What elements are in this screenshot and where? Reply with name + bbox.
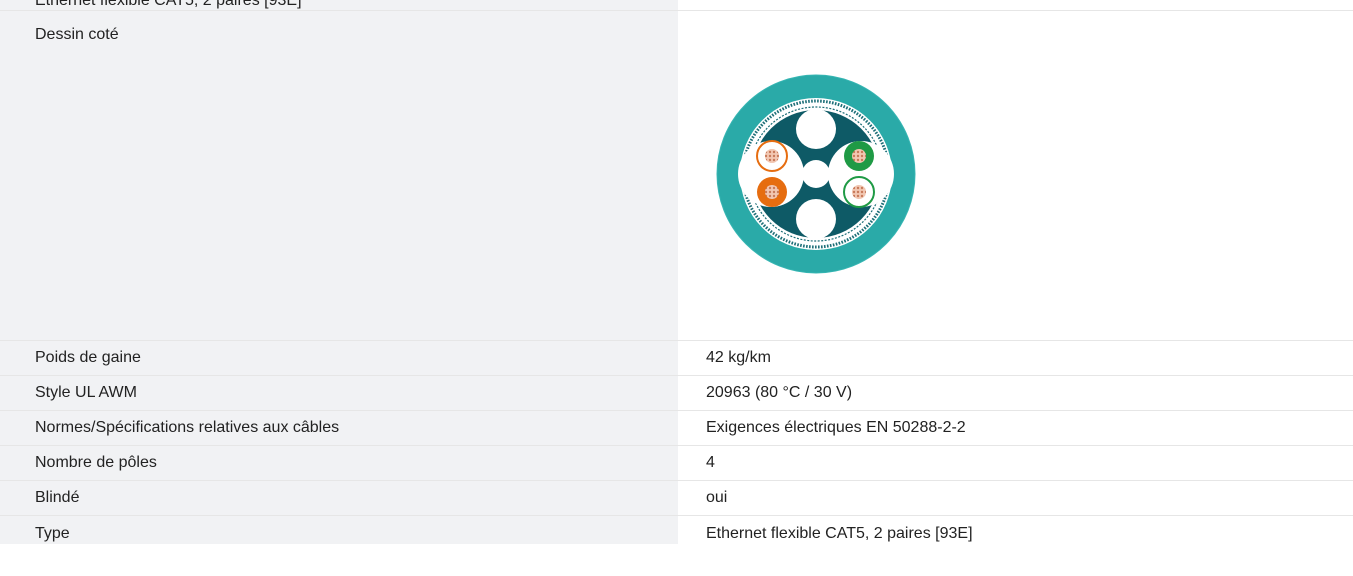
row-label: Style UL AWM [0, 376, 678, 410]
row-pole-count: Nombre de pôles 4 [0, 446, 1353, 481]
row-value: 4 [678, 446, 1353, 480]
row-cable-standards: Normes/Spécifications relatives aux câbl… [0, 411, 1353, 446]
row-value: 20963 (80 °C / 30 V) [678, 376, 1353, 410]
row-value: Exigences électriques EN 50288-2-2 [678, 411, 1353, 445]
top-cut-row: Ethernet flexible CAT5, 2 paires [93E] [0, 0, 1353, 11]
row-label: Dessin coté [0, 11, 678, 340]
drawing-cell [678, 11, 1353, 340]
row-label: Poids de gaine [0, 341, 678, 375]
cable-cross-section-image [716, 74, 916, 274]
row-value: Ethernet flexible CAT5, 2 paires [93E] [678, 516, 1353, 544]
row-label: Blindé [0, 481, 678, 515]
row-label: Nombre de pôles [0, 446, 678, 480]
row-ul-awm-style: Style UL AWM 20963 (80 °C / 30 V) [0, 376, 1353, 411]
row-label: Normes/Spécifications relatives aux câbl… [0, 411, 678, 445]
row-type: Type Ethernet flexible CAT5, 2 paires [9… [0, 516, 1353, 544]
row-label: Type [0, 516, 678, 544]
top-cut-text: Ethernet flexible CAT5, 2 paires [93E] [35, 0, 302, 9]
row-value: oui [678, 481, 1353, 515]
row-sheath-weight: Poids de gaine 42 kg/km [0, 341, 1353, 376]
top-cut-cell: Ethernet flexible CAT5, 2 paires [93E] [0, 0, 678, 10]
spec-table: Ethernet flexible CAT5, 2 paires [93E] D… [0, 0, 1353, 544]
row-dimension-drawing: Dessin coté [0, 11, 1353, 341]
row-shielded: Blindé oui [0, 481, 1353, 516]
row-value: 42 kg/km [678, 341, 1353, 375]
